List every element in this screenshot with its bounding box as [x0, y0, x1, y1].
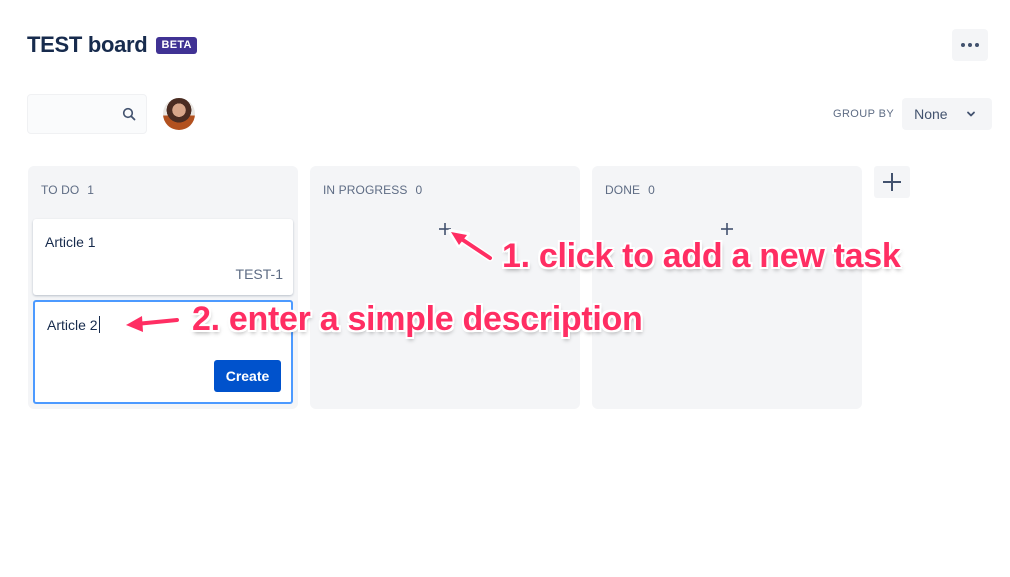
card-key: TEST-1 — [235, 266, 283, 282]
issue-card[interactable]: Article 1 TEST-1 — [33, 219, 293, 295]
column-name: TO DO — [41, 183, 80, 197]
group-by-label: GROUP BY — [833, 108, 895, 120]
column-done: DONE 0 — [592, 166, 862, 409]
board-page: TEST board BETA GROUP BY None TO DO 1 Ar… — [0, 0, 1010, 577]
annotation-arrow-icon — [123, 313, 181, 335]
column-count: 0 — [648, 183, 655, 197]
user-avatar[interactable] — [163, 98, 195, 130]
text-caret — [98, 316, 100, 333]
plus-icon[interactable] — [720, 222, 734, 236]
plus-icon — [883, 173, 901, 191]
more-horizontal-icon — [961, 43, 965, 47]
create-button[interactable]: Create — [214, 360, 281, 392]
add-column-button[interactable] — [874, 166, 910, 198]
group-by-control: GROUP BY None — [833, 98, 993, 130]
column-header: IN PROGRESS 0 — [323, 183, 422, 197]
search-icon — [122, 107, 136, 121]
group-by-select[interactable]: None — [902, 98, 993, 130]
column-in-progress: IN PROGRESS 0 — [310, 166, 580, 409]
column-count: 1 — [87, 183, 95, 197]
column-count: 0 — [415, 183, 423, 197]
chevron-down-icon — [966, 111, 975, 117]
annotation-step-2: 2. enter a simple description — [192, 300, 643, 338]
group-by-value: None — [914, 106, 948, 122]
search-input[interactable] — [27, 94, 147, 134]
column-todo: TO DO 1 Article 1 TEST-1 Article 2 Creat… — [28, 166, 298, 409]
column-name: DONE — [605, 183, 641, 197]
board-header: TEST board BETA — [27, 32, 197, 58]
issue-summary-input[interactable]: Article 2 — [47, 316, 100, 333]
more-actions-button[interactable] — [952, 29, 988, 61]
board-title: TEST board — [27, 32, 148, 57]
annotation-step-1: 1. click to add a new task — [502, 237, 901, 275]
column-header: DONE 0 — [605, 183, 655, 197]
column-name: IN PROGRESS — [323, 183, 408, 197]
beta-badge: BETA — [156, 36, 197, 54]
column-header: TO DO 1 — [41, 183, 94, 197]
annotation-arrow-icon — [448, 229, 494, 262]
card-title: Article 1 — [45, 234, 96, 250]
